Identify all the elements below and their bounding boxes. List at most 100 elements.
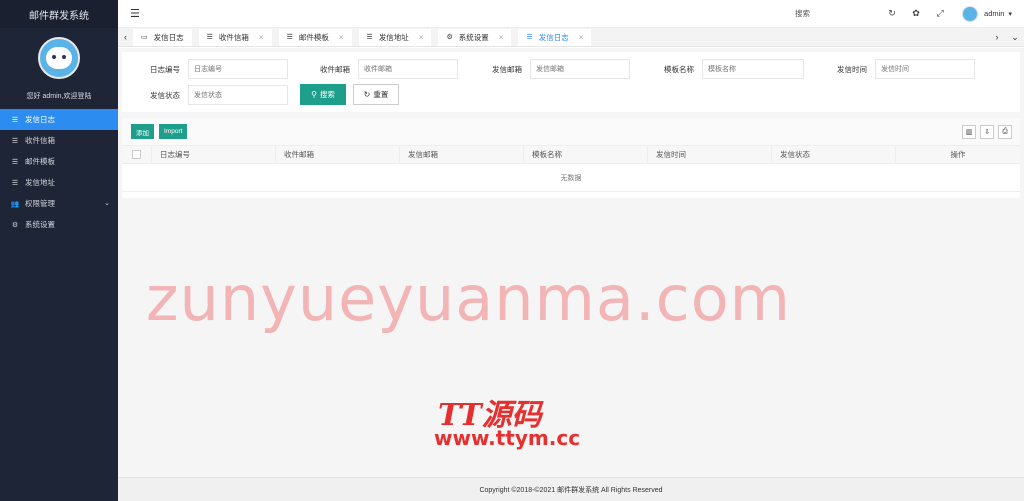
table-toolbar: 添加 Import ▥ ⇩ ⎙ [122, 118, 1020, 146]
tab-bar: ‹ ▭ 发信日志 ☰ 收件信箱 × ☰ 邮件模板 × ☰ 发信地址 × ⚙ 系统… [118, 28, 1024, 47]
import-button[interactable]: Import [159, 124, 188, 139]
select-all-checkbox[interactable] [132, 150, 141, 159]
gear-icon: ⚙ [446, 34, 453, 41]
sidebar-item-settings[interactable]: ⚙ 系统设置 [0, 214, 118, 235]
tab-sender-address[interactable]: ☰ 发信地址 × [358, 28, 432, 46]
field-label: 日志编号 [150, 64, 180, 74]
tab-send-log-home[interactable]: ▭ 发信日志 [133, 28, 192, 46]
footer: Copyright ©2018-©2021 邮件群发系统 All Rights … [118, 477, 1024, 501]
sidebar-menu: ☰ 发信日志 ☰ 收件信箱 ☰ 邮件模板 ☰ 发信地址 👥 权限管理 ⌄ ⚙ 系… [0, 109, 118, 235]
column-header: 操作 [950, 150, 966, 159]
sidebar-item-permissions[interactable]: 👥 权限管理 ⌄ [0, 193, 118, 214]
list-icon: ☰ [206, 34, 213, 41]
table-header: 日志编号 收件邮箱 发信邮箱 模板名称 发信时间 发信状态 操作 [122, 145, 1020, 164]
field-log-id: 日志编号 [132, 59, 288, 79]
column-header[interactable]: 模板名称 [524, 145, 648, 164]
data-table: 添加 Import ▥ ⇩ ⎙ 日志编号 收件邮箱 发信邮箱 模板名称 发信时间… [122, 118, 1020, 198]
field-label: 收件邮箱 [320, 64, 350, 74]
tab-send-log[interactable]: ☰ 发信日志 × [518, 28, 592, 46]
close-icon[interactable]: × [419, 33, 424, 42]
search-button[interactable]: ⚲ 搜索 [300, 84, 346, 105]
sidebar-item-send-log[interactable]: ☰ 发信日志 [0, 109, 118, 130]
export-icon[interactable]: ⇩ [980, 124, 994, 139]
column-header[interactable]: 发信状态 [772, 145, 896, 164]
refresh-icon: ↻ [363, 90, 371, 99]
tab-label: 邮件模板 [298, 32, 329, 42]
tab-menu-chevron-icon[interactable]: ⌄ [1006, 32, 1024, 43]
list-icon: ☰ [526, 34, 533, 41]
tab-label: 发信地址 [378, 32, 409, 42]
menu-toggle-icon[interactable]: ☰ [130, 7, 140, 20]
search-form: 日志编号 收件邮箱 发信邮箱 模板名称 发信时间 发信状态 ⚲ 搜索 ↻ [122, 52, 1020, 112]
close-icon[interactable]: × [499, 33, 504, 42]
template-name-input[interactable] [702, 59, 804, 79]
tab-label: 发信日志 [153, 32, 184, 42]
recipient-email-input[interactable] [358, 59, 458, 79]
refresh-icon[interactable]: ↻ [880, 8, 904, 19]
app-title: 邮件群发系统 [0, 0, 118, 28]
reset-button[interactable]: ↻ 重置 [353, 84, 399, 105]
column-header[interactable]: 日志编号 [152, 145, 276, 164]
send-status-input[interactable] [188, 85, 288, 105]
sidebar-item-label: 收件信箱 [25, 136, 55, 145]
field-label: 模板名称 [664, 64, 694, 74]
send-time-input[interactable] [875, 59, 975, 79]
close-icon[interactable]: × [259, 33, 264, 42]
sidebar: 邮件群发系统 您好 admin,欢迎登陆 ☰ 发信日志 ☰ 收件信箱 ☰ 邮件模… [0, 0, 118, 501]
empty-message: 无数据 [122, 164, 1020, 192]
sidebar-item-label: 邮件模板 [25, 157, 55, 166]
sidebar-item-sender-address[interactable]: ☰ 发信地址 [0, 172, 118, 193]
tab-scroll-right-icon[interactable]: › [988, 32, 1006, 42]
tab-label: 收件信箱 [218, 32, 249, 42]
caret-down-icon: ▾ [1008, 10, 1012, 18]
tab-templates[interactable]: ☰ 邮件模板 × [278, 28, 352, 46]
tab-label: 系统设置 [458, 32, 489, 42]
field-send-time: 发信时间 [819, 59, 975, 79]
avatar[interactable] [38, 37, 80, 79]
field-template-name: 模板名称 [646, 59, 804, 79]
sender-email-input[interactable] [530, 59, 630, 79]
monitor-icon: ▭ [141, 34, 148, 41]
close-icon[interactable]: × [579, 33, 584, 42]
close-icon[interactable]: × [339, 33, 344, 42]
log-id-input[interactable] [188, 59, 288, 79]
watermark-text: zunyueyuanma.com [146, 262, 792, 335]
field-label: 发信状态 [150, 90, 180, 100]
sidebar-item-inbox[interactable]: ☰ 收件信箱 [0, 130, 118, 151]
list-icon: ☰ [11, 179, 19, 187]
top-search-link[interactable]: 搜索 [795, 8, 810, 19]
search-icon: ⚲ [311, 90, 317, 99]
users-icon: 👥 [10, 200, 20, 208]
field-label: 发信邮箱 [492, 64, 522, 74]
chevron-down-icon: ⌄ [104, 200, 110, 207]
tab-inbox[interactable]: ☰ 收件信箱 × [198, 28, 272, 46]
top-bar: ☰ 搜索 ↻ ✿ ⤢ admin ▾ [118, 0, 1024, 28]
list-icon: ☰ [11, 116, 19, 124]
avatar [962, 5, 979, 22]
sidebar-item-label: 发信日志 [25, 115, 55, 124]
tab-settings[interactable]: ⚙ 系统设置 × [438, 28, 512, 46]
print-icon[interactable]: ⎙ [998, 124, 1012, 139]
field-recipient-email: 收件邮箱 [302, 59, 458, 79]
columns-icon[interactable]: ▥ [962, 124, 976, 139]
username: admin [984, 9, 1005, 18]
user-menu[interactable]: admin ▾ [962, 5, 1012, 22]
avatar-face-icon [46, 47, 72, 69]
field-label: 发信时间 [837, 64, 867, 74]
watermark-url: www.ttym.cc [434, 426, 581, 450]
sidebar-item-templates[interactable]: ☰ 邮件模板 [0, 151, 118, 172]
sidebar-item-label: 发信地址 [25, 178, 55, 187]
tab-scroll-left-icon[interactable]: ‹ [118, 32, 133, 42]
fullscreen-icon[interactable]: ⤢ [928, 8, 952, 19]
add-button[interactable]: 添加 [131, 124, 154, 139]
list-icon: ☰ [286, 34, 293, 41]
column-header[interactable]: 收件邮箱 [276, 145, 400, 164]
list-icon: ☰ [366, 34, 373, 41]
column-header[interactable]: 发信时间 [648, 145, 772, 164]
gear-icon: ⚙ [11, 221, 19, 229]
column-header[interactable]: 发信邮箱 [400, 145, 524, 164]
list-icon: ☰ [11, 137, 19, 145]
theme-icon[interactable]: ✿ [904, 8, 928, 19]
tab-label: 发信日志 [538, 32, 569, 42]
welcome-text: 您好 admin,欢迎登陆 [26, 93, 92, 100]
